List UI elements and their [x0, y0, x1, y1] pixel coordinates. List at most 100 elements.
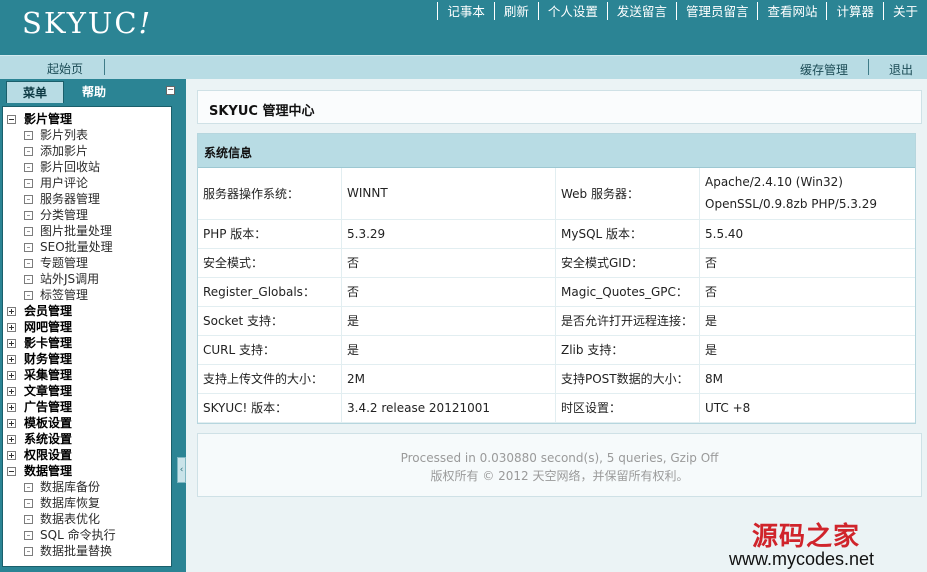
- expand-icon[interactable]: [7, 323, 16, 332]
- menu-item[interactable]: 服务器管理: [3, 191, 171, 207]
- expand-icon[interactable]: [7, 339, 16, 348]
- page-title: SKYUC 管理中心: [209, 104, 315, 119]
- menu-group[interactable]: 系统设置: [3, 431, 171, 447]
- info-key: PHP 版本：: [198, 219, 342, 249]
- menu-item[interactable]: SEO批量处理: [3, 239, 171, 255]
- menu-item[interactable]: 数据库恢复: [3, 495, 171, 511]
- info-value-line: 是: [705, 314, 718, 328]
- info-value: 是: [341, 335, 556, 365]
- menu-item[interactable]: 影片回收站: [3, 159, 171, 175]
- menu-item-label: 服务器管理: [40, 192, 101, 206]
- menu-item[interactable]: 添加影片: [3, 143, 171, 159]
- processed-info: Processed in 0.030880 second(s), 5 queri…: [400, 451, 719, 465]
- nav-notepad[interactable]: 记事本: [437, 2, 494, 20]
- leaf-icon: [24, 163, 33, 172]
- expand-icon[interactable]: [7, 403, 16, 412]
- nav-view-site[interactable]: 查看网站: [757, 2, 826, 20]
- menu-item[interactable]: 标签管理: [3, 287, 171, 303]
- expand-icon[interactable]: [7, 451, 16, 460]
- info-value: 8M: [699, 364, 915, 394]
- info-row: CURL 支持：是 Zlib 支持：是: [198, 335, 915, 365]
- menu-group[interactable]: 影卡管理: [3, 335, 171, 351]
- collapse-all-icon[interactable]: −: [166, 86, 175, 95]
- menu-item[interactable]: 数据表优化: [3, 511, 171, 527]
- info-key: MySQL 版本：: [555, 219, 700, 249]
- menu-item-label: 添加影片: [40, 144, 89, 158]
- info-value-line: Apache/2.4.10 (Win32): [705, 175, 843, 190]
- menu-group-label: 网吧管理: [24, 320, 73, 334]
- collapse-icon[interactable]: [7, 115, 16, 124]
- home-link[interactable]: 起始页: [47, 60, 83, 77]
- info-value-line: UTC +8: [705, 400, 751, 415]
- menu-group[interactable]: 数据管理: [3, 463, 171, 479]
- panel-header: 系统信息: [198, 134, 915, 168]
- nav-send-message[interactable]: 发送留言: [606, 2, 676, 20]
- divider: [104, 59, 105, 75]
- info-value-line: 5.5.40: [705, 226, 744, 241]
- menu-group[interactable]: 广告管理: [3, 399, 171, 415]
- menu-item[interactable]: 数据批量替换: [3, 543, 171, 559]
- menu-group[interactable]: 文章管理: [3, 383, 171, 399]
- nav-calculator[interactable]: 计算器: [826, 2, 883, 20]
- nav-refresh[interactable]: 刷新: [493, 2, 538, 20]
- info-key: Socket 支持：: [198, 306, 342, 336]
- info-key: 安全模式GID：: [555, 248, 700, 278]
- info-row: Register_Globals：否 Magic_Quotes_GPC：否: [198, 277, 915, 307]
- info-value: UTC +8: [699, 393, 915, 423]
- info-key: 服务器操作系统：: [198, 168, 342, 220]
- menu-group[interactable]: 财务管理: [3, 351, 171, 367]
- leaf-icon: [24, 211, 33, 220]
- menu-item[interactable]: 数据库备份: [3, 479, 171, 495]
- info-value: 否: [341, 248, 556, 278]
- menu-item[interactable]: 专题管理: [3, 255, 171, 271]
- info-value: 否: [699, 248, 915, 278]
- menu-item-label: 用户评论: [40, 176, 89, 190]
- expand-icon[interactable]: [7, 307, 16, 316]
- menu-item[interactable]: 分类管理: [3, 207, 171, 223]
- menu-group[interactable]: 会员管理: [3, 303, 171, 319]
- leaf-icon: [24, 147, 33, 156]
- system-info-table: 服务器操作系统： WINNT Web 服务器： Apache/2.4.10 (Win3…: [198, 168, 915, 423]
- page-title-box: SKYUC 管理中心: [197, 90, 922, 124]
- leaf-icon: [24, 275, 33, 284]
- info-row: 支持上传文件的大小： 2M 支持POST数据的大小： 8M: [198, 364, 915, 394]
- expand-icon[interactable]: [7, 355, 16, 364]
- expand-icon[interactable]: [7, 371, 16, 380]
- logout-link[interactable]: 退出: [889, 61, 913, 78]
- menu-item[interactable]: 站外JS调用: [3, 271, 171, 287]
- menu-group[interactable]: 权限设置: [3, 447, 171, 463]
- nav-admin-messages[interactable]: 管理员留言: [675, 2, 758, 20]
- expand-icon[interactable]: [7, 435, 16, 444]
- menu-item-label: 图片批量处理: [40, 224, 113, 238]
- menu-group[interactable]: 模板设置: [3, 415, 171, 431]
- tab-menu[interactable]: 菜单: [6, 81, 64, 103]
- menu-item[interactable]: 影片列表: [3, 127, 171, 143]
- menu-item-label: SQL 命令执行: [40, 528, 116, 542]
- sidebar-toggle-icon[interactable]: ‹: [177, 457, 186, 483]
- info-value: 是: [699, 335, 915, 365]
- info-key: 支持上传文件的大小：: [198, 364, 342, 394]
- menu-item[interactable]: 图片批量处理: [3, 223, 171, 239]
- sidebar: 菜单 帮助 − 影片管理 影片列表添加影片 影片回收站 用户评论服务器管理 分类管理 图片…: [0, 79, 186, 572]
- menu-group[interactable]: 采集管理: [3, 367, 171, 383]
- nav-personal-settings[interactable]: 个人设置: [537, 2, 607, 20]
- menu-item-label: 影片列表: [40, 128, 89, 142]
- cache-management-link[interactable]: 缓存管理: [800, 61, 848, 78]
- collapse-icon[interactable]: [7, 467, 16, 476]
- menu-item[interactable]: SQL 命令执行: [3, 527, 171, 543]
- info-value: 否: [341, 277, 556, 307]
- menu-group[interactable]: 影片管理: [3, 111, 171, 127]
- expand-icon[interactable]: [7, 419, 16, 428]
- menu-group[interactable]: 网吧管理: [3, 319, 171, 335]
- menu-item[interactable]: 用户评论: [3, 175, 171, 191]
- watermark-title: 源码之家: [752, 522, 861, 552]
- info-value-line: 否: [705, 256, 718, 270]
- nav-about[interactable]: 关于: [882, 2, 927, 20]
- tab-help[interactable]: 帮助: [65, 81, 123, 103]
- expand-icon[interactable]: [7, 387, 16, 396]
- app-logo: SKYUC!: [22, 6, 153, 40]
- menu-item-label: SEO批量处理: [40, 240, 113, 254]
- system-info-panel: 系统信息 服务器操作系统： WINNT Web 服务器： Apache/2.4.10 …: [197, 133, 916, 424]
- info-value: 2M: [341, 364, 556, 394]
- info-row: 安全模式：否安全模式GID：否: [198, 248, 915, 278]
